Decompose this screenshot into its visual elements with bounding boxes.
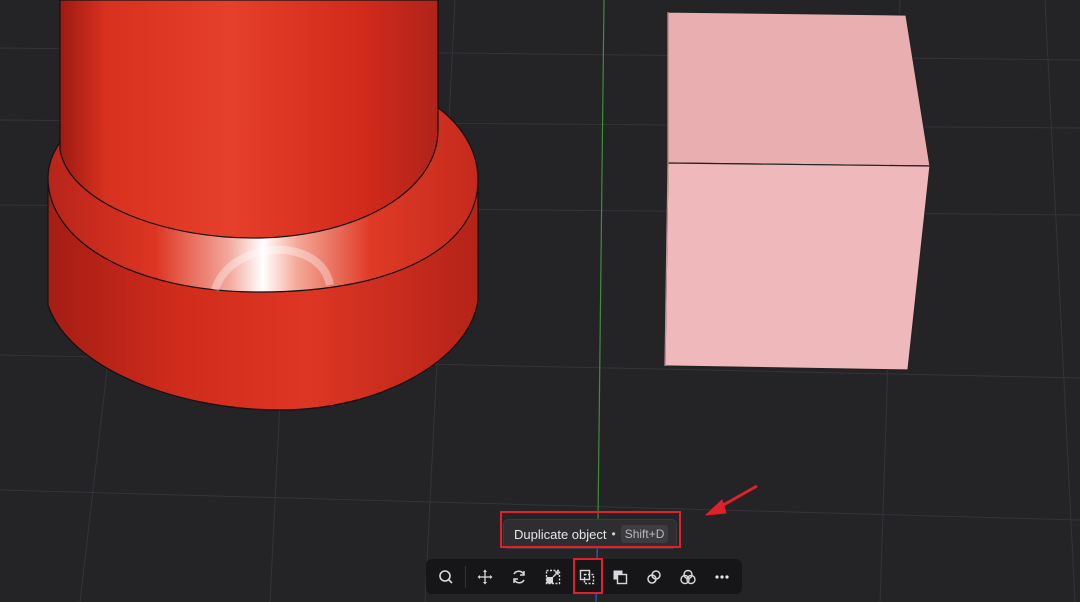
bottom-toolbar (426, 559, 742, 594)
boolean-button[interactable] (603, 562, 637, 592)
combine-button[interactable] (671, 562, 705, 592)
link-icon (647, 569, 662, 584)
tooltip-shortcut: Shift+D (620, 525, 669, 543)
viewport-scene (0, 0, 1080, 602)
combine-icon (680, 569, 696, 584)
search-icon (439, 569, 453, 584)
link-button[interactable] (637, 562, 671, 592)
tooltip-label: Duplicate object (514, 526, 607, 542)
rotate-button[interactable] (502, 562, 536, 592)
duplicate-tooltip: Duplicate object • Shift+D (503, 519, 678, 549)
move-button[interactable] (468, 562, 502, 592)
red-cylinder-object (47, 0, 479, 411)
scale-icon (545, 569, 560, 584)
move-icon (477, 569, 493, 584)
pink-cube-object (664, 11, 931, 371)
scale-button[interactable] (536, 562, 570, 592)
more-icon (715, 574, 729, 579)
y-axis-line (597, 0, 605, 521)
duplicate-button[interactable] (570, 562, 604, 592)
boolean-icon (613, 570, 628, 584)
3d-viewport[interactable]: Duplicate object • Shift+D (0, 0, 1080, 602)
duplicate-icon (579, 569, 594, 584)
more-button[interactable] (705, 562, 739, 592)
tooltip-separator: • (611, 527, 616, 541)
toolbar-divider (464, 565, 466, 588)
rotate-icon (512, 569, 525, 584)
search-button[interactable] (429, 562, 463, 592)
